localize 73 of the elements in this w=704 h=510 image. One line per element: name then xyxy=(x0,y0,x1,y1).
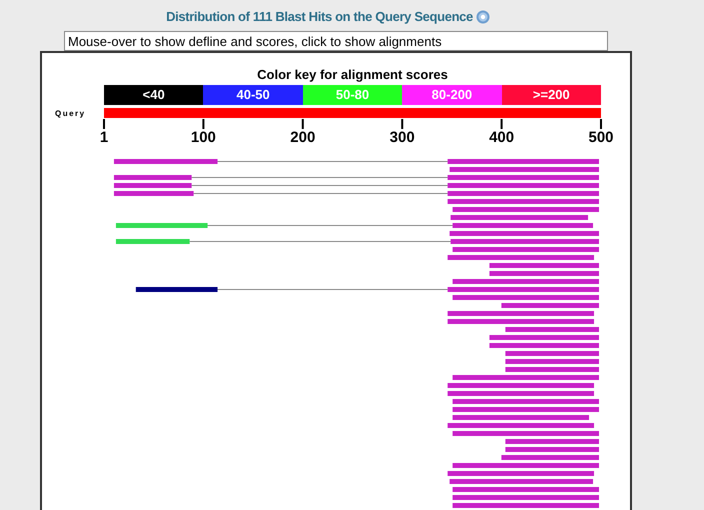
hit-bar[interactable] xyxy=(489,335,599,340)
hit-bar[interactable] xyxy=(448,287,599,292)
hit-bar[interactable] xyxy=(448,255,594,260)
hit-bar[interactable] xyxy=(448,319,594,324)
hit-bar[interactable] xyxy=(505,351,599,356)
hit-bar[interactable] xyxy=(452,463,599,468)
axis-label: 300 xyxy=(390,129,415,146)
color-key-cell: <40 xyxy=(104,85,204,105)
axis-tick xyxy=(401,119,404,129)
hit-bar[interactable] xyxy=(116,239,190,244)
hit-bar[interactable] xyxy=(448,175,599,180)
color-key-cell: 40-50 xyxy=(203,85,303,105)
hit-bar[interactable] xyxy=(452,431,599,436)
hit-bar[interactable] xyxy=(114,159,218,164)
hit-bar[interactable] xyxy=(452,279,599,284)
hit-bar[interactable] xyxy=(450,231,599,236)
color-key-cell: >=200 xyxy=(502,85,602,105)
hit-bar[interactable] xyxy=(505,367,599,372)
hit-bar[interactable] xyxy=(448,423,594,428)
hit-bar[interactable] xyxy=(448,471,594,476)
axis-label: 1 xyxy=(100,129,108,146)
axis-tick xyxy=(103,119,105,129)
axis-label: 100 xyxy=(190,129,216,146)
axis-tick xyxy=(600,119,602,129)
hit-bar[interactable] xyxy=(452,415,590,420)
hit-bar[interactable] xyxy=(116,223,208,228)
hit-bar[interactable] xyxy=(448,183,599,188)
hit-bar[interactable] xyxy=(448,391,594,396)
hit-bar[interactable] xyxy=(450,239,599,244)
hit-bar[interactable] xyxy=(448,199,599,204)
hit-bar[interactable] xyxy=(489,271,599,276)
hit-bar[interactable] xyxy=(450,215,588,220)
axis-label: 200 xyxy=(290,129,316,146)
hit-bar[interactable] xyxy=(452,375,599,380)
hit-bar[interactable] xyxy=(452,399,599,404)
color-key-cell: 50-80 xyxy=(302,85,402,105)
hit-bar[interactable] xyxy=(452,407,599,412)
hit-bar[interactable] xyxy=(489,343,599,348)
hit-bar[interactable] xyxy=(505,439,599,444)
hit-bar[interactable] xyxy=(114,175,192,180)
section-title: Distribution of 111 Blast Hits on the Query Sequence xyxy=(166,9,473,24)
hit-bar[interactable] xyxy=(452,487,599,492)
hit-bar[interactable] xyxy=(452,495,599,500)
axis-label: 500 xyxy=(588,129,614,146)
hit-bar[interactable] xyxy=(114,183,192,188)
hit-bar[interactable] xyxy=(136,287,218,292)
query-label: Query xyxy=(54,108,87,118)
hit-bar[interactable] xyxy=(489,263,599,268)
info-field[interactable]: Mouse-over to show defline and scores, click to show alignments xyxy=(64,31,608,51)
axis-tick xyxy=(202,119,204,129)
hit-bar[interactable] xyxy=(114,191,194,196)
hit-bar[interactable] xyxy=(448,383,594,388)
hit-bar[interactable] xyxy=(450,479,594,484)
hit-bar[interactable] xyxy=(452,503,599,508)
hit-bar[interactable] xyxy=(450,167,599,172)
hit-bar[interactable] xyxy=(505,447,599,452)
help-icon[interactable] xyxy=(476,10,490,24)
hit-bar[interactable] xyxy=(501,455,599,460)
hit-bar[interactable] xyxy=(452,207,599,212)
axis-label: 400 xyxy=(489,129,514,146)
hit-bar[interactable] xyxy=(452,223,594,228)
color-key-title: Color key for alignment scores xyxy=(256,67,449,83)
hit-bar[interactable] xyxy=(448,159,599,164)
color-key-cell: 80-200 xyxy=(402,85,502,105)
axis-tick xyxy=(500,119,503,129)
hit-bar[interactable] xyxy=(452,295,599,300)
hit-bar[interactable] xyxy=(452,247,599,252)
hit-bar[interactable] xyxy=(505,327,599,332)
hit-bar[interactable] xyxy=(448,191,599,196)
axis-tick xyxy=(302,119,304,129)
hit-bar[interactable] xyxy=(448,311,594,316)
hit-bar[interactable] xyxy=(501,303,599,308)
hit-bar[interactable] xyxy=(505,359,599,364)
